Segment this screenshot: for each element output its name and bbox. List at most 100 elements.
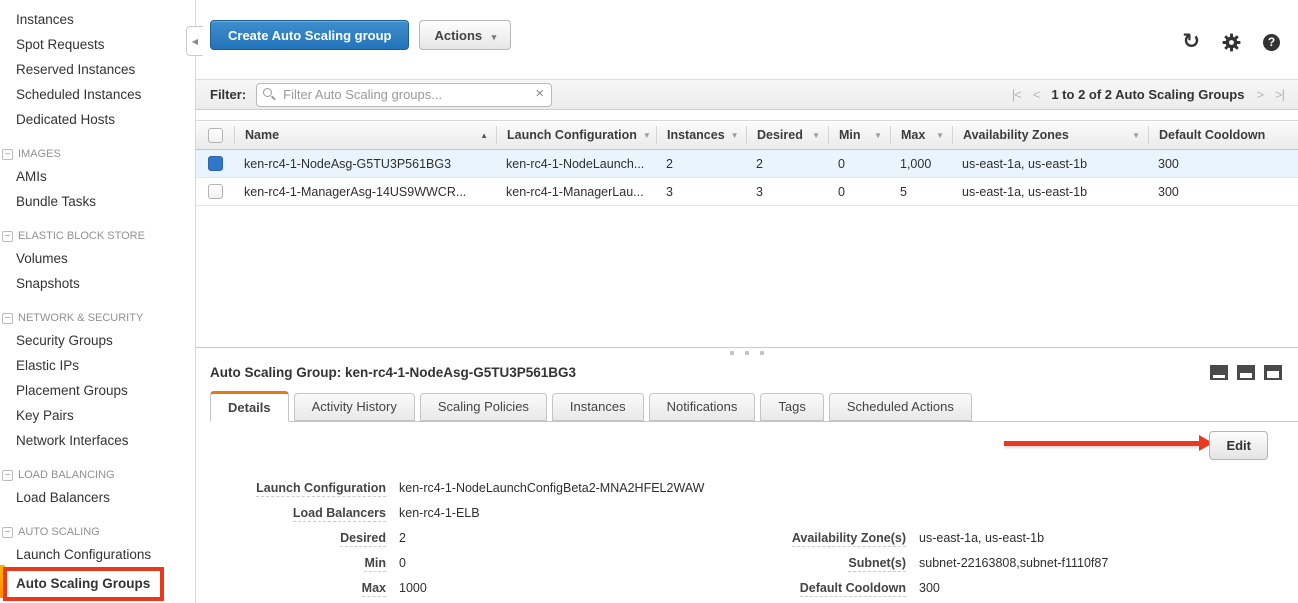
section-label: ELASTIC BLOCK STORE bbox=[18, 226, 145, 246]
collapse-arrow-icon: ◀ bbox=[192, 37, 198, 46]
help-icon[interactable]: ? bbox=[1263, 34, 1280, 51]
panel-title: Auto Scaling Group: ken-rc4-1-NodeAsg-G5… bbox=[210, 365, 576, 380]
sidebar-section-images[interactable]: − IMAGES bbox=[0, 144, 195, 164]
select-all-checkbox[interactable] bbox=[196, 126, 234, 144]
field-value: 300 bbox=[919, 581, 940, 595]
field-label: Availability Zone(s) bbox=[731, 531, 906, 545]
pane-layout-bottom-medium-icon[interactable] bbox=[1237, 365, 1255, 380]
actions-button[interactable]: Actions ▾ bbox=[419, 20, 511, 50]
sidebar: Instances Spot Requests Reserved Instanc… bbox=[0, 0, 196, 603]
row-checkbox-checked[interactable] bbox=[208, 156, 223, 171]
collapse-minus-icon[interactable]: − bbox=[2, 149, 13, 160]
filter-input[interactable] bbox=[256, 83, 552, 107]
create-auto-scaling-group-button[interactable]: Create Auto Scaling group bbox=[210, 20, 409, 50]
pane-layout-bottom-small-icon[interactable] bbox=[1210, 365, 1228, 380]
drag-handle-icon[interactable] bbox=[730, 351, 764, 355]
sort-icon: ▼ bbox=[1132, 131, 1140, 140]
field-label: Max bbox=[196, 581, 386, 595]
row-checkbox[interactable] bbox=[208, 184, 223, 199]
header-icons: ↻ ? bbox=[1182, 32, 1280, 52]
sidebar-item-volumes[interactable]: Volumes bbox=[0, 246, 195, 271]
section-label: AUTO SCALING bbox=[18, 522, 100, 542]
sidebar-item-network-interfaces[interactable]: Network Interfaces bbox=[0, 428, 195, 453]
sidebar-item-placement-groups[interactable]: Placement Groups bbox=[0, 378, 195, 403]
actions-label: Actions bbox=[434, 28, 482, 43]
column-header-default-cooldown[interactable]: Default Cooldown bbox=[1148, 126, 1288, 144]
tab-scheduled-actions[interactable]: Scheduled Actions bbox=[829, 393, 972, 421]
sidebar-item-snapshots[interactable]: Snapshots bbox=[0, 271, 195, 296]
field-value: ken-rc4-1-NodeLaunchConfigBeta2-MNA2HFEL… bbox=[399, 481, 704, 495]
details-panel: Auto Scaling Group: ken-rc4-1-NodeAsg-G5… bbox=[196, 357, 1298, 594]
main-content: Create Auto Scaling group Actions ▾ ↻ ? … bbox=[196, 0, 1298, 603]
column-header-availability-zones[interactable]: Availability Zones ▼ bbox=[952, 126, 1148, 144]
field-label: Subnet(s) bbox=[731, 556, 906, 570]
sidebar-item-bundle-tasks[interactable]: Bundle Tasks bbox=[0, 189, 195, 214]
sidebar-collapse-button[interactable]: ◀ bbox=[186, 26, 203, 56]
column-header-launch-configuration[interactable]: Launch Configuration ▼ bbox=[496, 126, 656, 144]
column-header-name[interactable]: Name ▲ bbox=[234, 126, 496, 144]
tab-instances[interactable]: Instances bbox=[552, 393, 644, 421]
sort-asc-icon: ▲ bbox=[480, 131, 488, 140]
sidebar-item-spot-requests[interactable]: Spot Requests bbox=[0, 32, 195, 57]
column-header-instances[interactable]: Instances ▼ bbox=[656, 126, 746, 144]
tab-scaling-policies[interactable]: Scaling Policies bbox=[420, 393, 547, 421]
tab-activity-history[interactable]: Activity History bbox=[294, 393, 415, 421]
tab-notifications[interactable]: Notifications bbox=[649, 393, 756, 421]
pagination-text: 1 to 2 of 2 Auto Scaling Groups bbox=[1051, 87, 1244, 102]
table-row[interactable]: ken-rc4-1-NodeAsg-G5TU3P561BG3 ken-rc4-1… bbox=[196, 150, 1298, 178]
sidebar-item-launch-configurations[interactable]: Launch Configurations bbox=[0, 542, 195, 567]
sidebar-item-elastic-ips[interactable]: Elastic IPs bbox=[0, 353, 195, 378]
panel-splitter[interactable] bbox=[196, 347, 1298, 357]
table-header-row: Name ▲ Launch Configuration ▼ Instances … bbox=[196, 120, 1298, 150]
field-value: us-east-1a, us-east-1b bbox=[919, 531, 1044, 545]
sidebar-item-dedicated-hosts[interactable]: Dedicated Hosts bbox=[0, 107, 195, 132]
last-page-icon[interactable]: >| bbox=[1275, 87, 1284, 102]
toolbar: Create Auto Scaling group Actions ▾ bbox=[210, 20, 1298, 50]
details-grid-right: Availability Zone(s) us-east-1a, us-east… bbox=[731, 525, 1108, 603]
annotation-red-box: Auto Scaling Groups bbox=[3, 567, 164, 601]
sidebar-item-reserved-instances[interactable]: Reserved Instances bbox=[0, 57, 195, 82]
section-label: LOAD BALANCING bbox=[18, 465, 115, 485]
sidebar-section-ebs[interactable]: − ELASTIC BLOCK STORE bbox=[0, 226, 195, 246]
sidebar-section-network-security[interactable]: − NETWORK & SECURITY bbox=[0, 308, 195, 328]
refresh-icon[interactable]: ↻ bbox=[1182, 32, 1200, 52]
field-value: 1000 bbox=[399, 581, 427, 595]
column-header-max[interactable]: Max ▼ bbox=[890, 126, 952, 144]
sidebar-section-auto-scaling[interactable]: − AUTO SCALING bbox=[0, 522, 195, 542]
field-value: ken-rc4-1-ELB bbox=[399, 506, 480, 520]
sidebar-item-auto-scaling-groups[interactable]: Auto Scaling Groups bbox=[0, 567, 195, 601]
sidebar-item-load-balancers[interactable]: Load Balancers bbox=[0, 485, 195, 510]
gear-icon[interactable] bbox=[1222, 33, 1241, 52]
details-grid: Launch Configuration ken-rc4-1-NodeLaunc… bbox=[196, 422, 1298, 603]
field-label: Desired bbox=[196, 531, 386, 545]
sidebar-item-security-groups[interactable]: Security Groups bbox=[0, 328, 195, 353]
field-value: 2 bbox=[399, 531, 406, 545]
collapse-minus-icon[interactable]: − bbox=[2, 527, 13, 538]
sort-icon: ▼ bbox=[874, 131, 882, 140]
field-value: subnet-22163808,subnet-f1110f87 bbox=[919, 556, 1108, 570]
sidebar-item-instances[interactable]: Instances bbox=[0, 7, 195, 32]
pane-layout-bottom-large-icon[interactable] bbox=[1264, 365, 1282, 380]
sort-icon: ▼ bbox=[643, 131, 651, 140]
clear-filter-icon[interactable]: × bbox=[535, 85, 544, 102]
prev-page-icon[interactable]: < bbox=[1033, 87, 1040, 102]
sidebar-section-load-balancing[interactable]: − LOAD BALANCING bbox=[0, 465, 195, 485]
section-label: NETWORK & SECURITY bbox=[18, 308, 143, 328]
table-row[interactable]: ken-rc4-1-ManagerAsg-14US9WWCR... ken-rc… bbox=[196, 178, 1298, 206]
next-page-icon[interactable]: > bbox=[1256, 87, 1263, 102]
sidebar-item-key-pairs[interactable]: Key Pairs bbox=[0, 403, 195, 428]
sidebar-item-amis[interactable]: AMIs bbox=[0, 164, 195, 189]
tab-details[interactable]: Details bbox=[210, 391, 289, 422]
column-header-desired[interactable]: Desired ▼ bbox=[746, 126, 828, 144]
sidebar-item-scheduled-instances[interactable]: Scheduled Instances bbox=[0, 82, 195, 107]
section-label: IMAGES bbox=[18, 144, 61, 164]
asg-table: Name ▲ Launch Configuration ▼ Instances … bbox=[196, 120, 1298, 206]
column-header-min[interactable]: Min ▼ bbox=[828, 126, 890, 144]
field-label: Min bbox=[196, 556, 386, 570]
collapse-minus-icon[interactable]: − bbox=[2, 231, 13, 242]
collapse-minus-icon[interactable]: − bbox=[2, 313, 13, 324]
chevron-down-icon: ▾ bbox=[492, 32, 497, 42]
first-page-icon[interactable]: |< bbox=[1012, 87, 1021, 102]
collapse-minus-icon[interactable]: − bbox=[2, 470, 13, 481]
tab-tags[interactable]: Tags bbox=[760, 393, 823, 421]
